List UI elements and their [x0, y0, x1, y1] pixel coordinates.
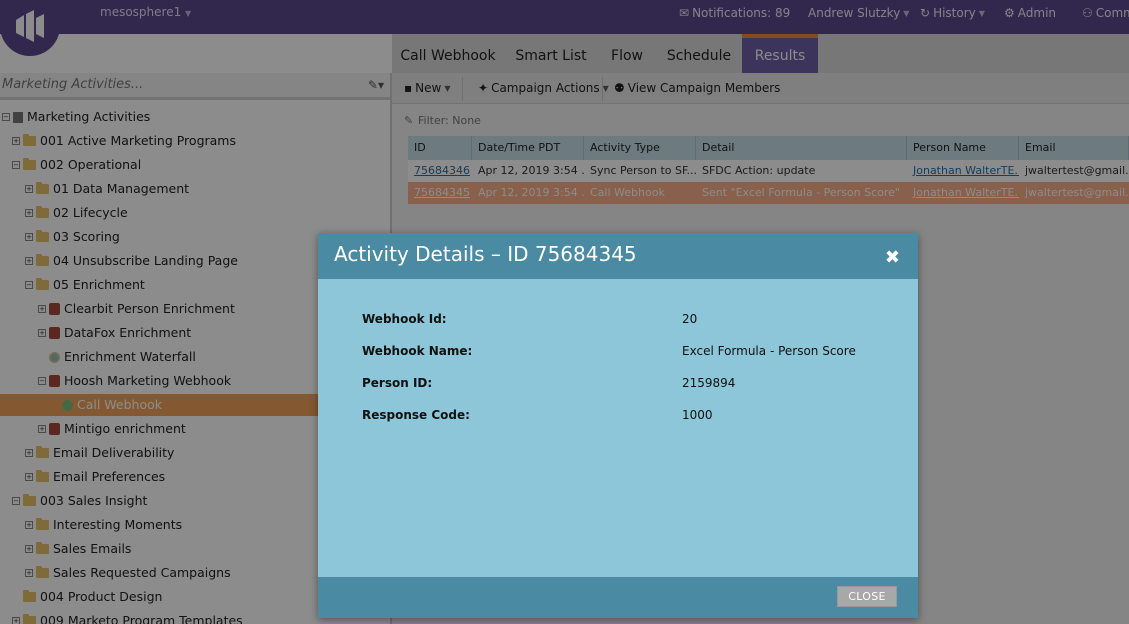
dialog-footer: CLOSE — [318, 577, 918, 618]
response-code-value: 1000 — [682, 408, 713, 422]
person-id-label: Person ID: — [362, 376, 433, 390]
webhook-name-value: Excel Formula - Person Score — [682, 344, 856, 358]
close-button[interactable]: CLOSE — [837, 586, 897, 607]
dialog-header: Activity Details – ID 75684345 ✖ — [318, 233, 918, 279]
webhook-id-label: Webhook Id: — [362, 312, 447, 326]
close-icon[interactable]: ✖ — [885, 247, 900, 268]
webhook-id-value: 20 — [682, 312, 698, 326]
webhook-name-label: Webhook Name: — [362, 344, 473, 358]
dialog-title: Activity Details – ID 75684345 — [334, 242, 637, 266]
activity-details-dialog: Activity Details – ID 75684345 ✖ Webhook… — [318, 233, 918, 618]
dialog-body: Webhook Id: 20 Webhook Name: Excel Formu… — [318, 279, 918, 577]
response-code-label: Response Code: — [362, 408, 470, 422]
person-id-value: 2159894 — [682, 376, 736, 390]
